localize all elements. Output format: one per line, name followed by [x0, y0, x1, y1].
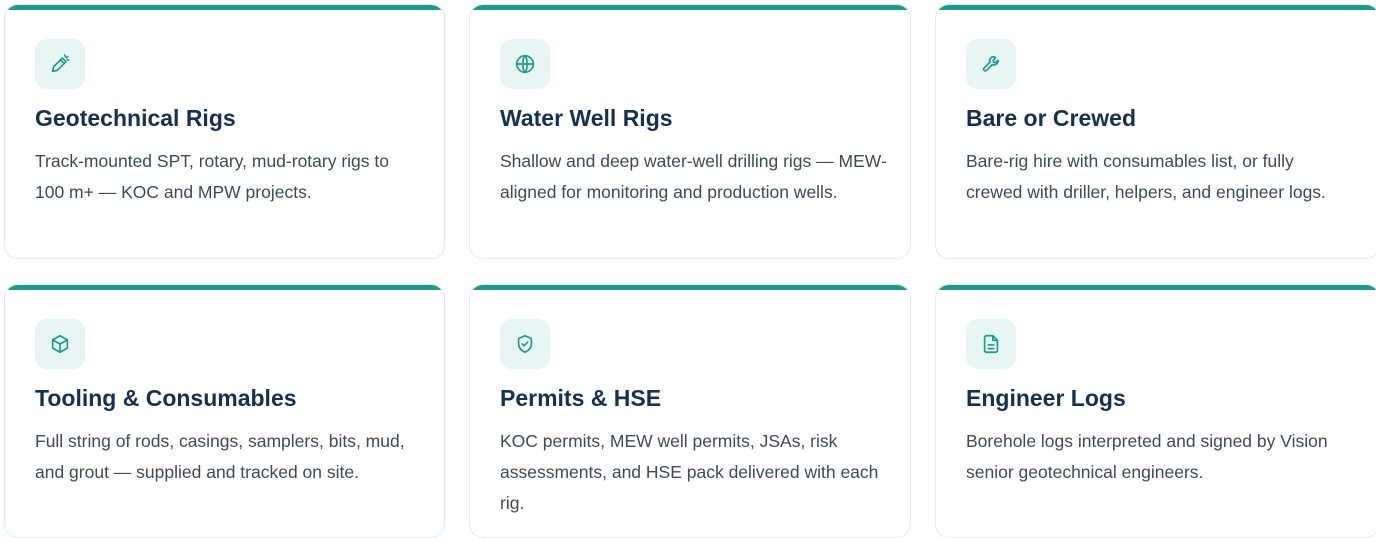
card-accent-bar [936, 5, 1376, 10]
card-description: Shallow and deep water-well drilling rig… [500, 151, 887, 202]
card-title: Permits & HSE [500, 385, 662, 411]
card-accent-bar [936, 285, 1376, 290]
card-description: Track-mounted SPT, rotary, mud-rotary ri… [35, 151, 389, 202]
card-title: Tooling & Consumables [35, 385, 297, 411]
card-title: Geotechnical Rigs [35, 105, 236, 131]
document-icon [966, 319, 1016, 369]
service-card-geotechnical-rigs: Geotechnical Rigs Track-mounted SPT, rot… [4, 4, 445, 259]
pen-drill-icon [35, 39, 85, 89]
globe-icon [500, 39, 550, 89]
service-card-bare-or-crewed: Bare or Crewed Bare-rig hire with consum… [935, 4, 1376, 259]
card-description: Full string of rods, casings, samplers, … [35, 431, 405, 482]
card-description: Bare-rig hire with consumables list, or … [966, 151, 1326, 202]
card-title: Engineer Logs [966, 385, 1126, 411]
card-accent-bar [470, 5, 910, 10]
card-accent-bar [5, 285, 444, 290]
card-description: KOC permits, MEW well permits, JSAs, ris… [500, 431, 879, 513]
wrench-icon [966, 39, 1016, 89]
service-card-engineer-logs: Engineer Logs Borehole logs interpreted … [935, 284, 1376, 538]
shield-check-icon [500, 319, 550, 369]
card-title: Bare or Crewed [966, 105, 1137, 131]
service-card-tooling-consumables: Tooling & Consumables Full string of rod… [4, 284, 445, 538]
services-grid: Geotechnical Rigs Track-mounted SPT, rot… [0, 0, 1376, 538]
card-accent-bar [470, 285, 910, 290]
service-card-water-well-rigs: Water Well Rigs Shallow and deep water-w… [469, 4, 911, 259]
box-icon [35, 319, 85, 369]
card-description: Borehole logs interpreted and signed by … [966, 431, 1328, 482]
service-card-permits-hse: Permits & HSE KOC permits, MEW well perm… [469, 284, 911, 538]
card-accent-bar [5, 5, 444, 10]
card-title: Water Well Rigs [500, 105, 673, 131]
